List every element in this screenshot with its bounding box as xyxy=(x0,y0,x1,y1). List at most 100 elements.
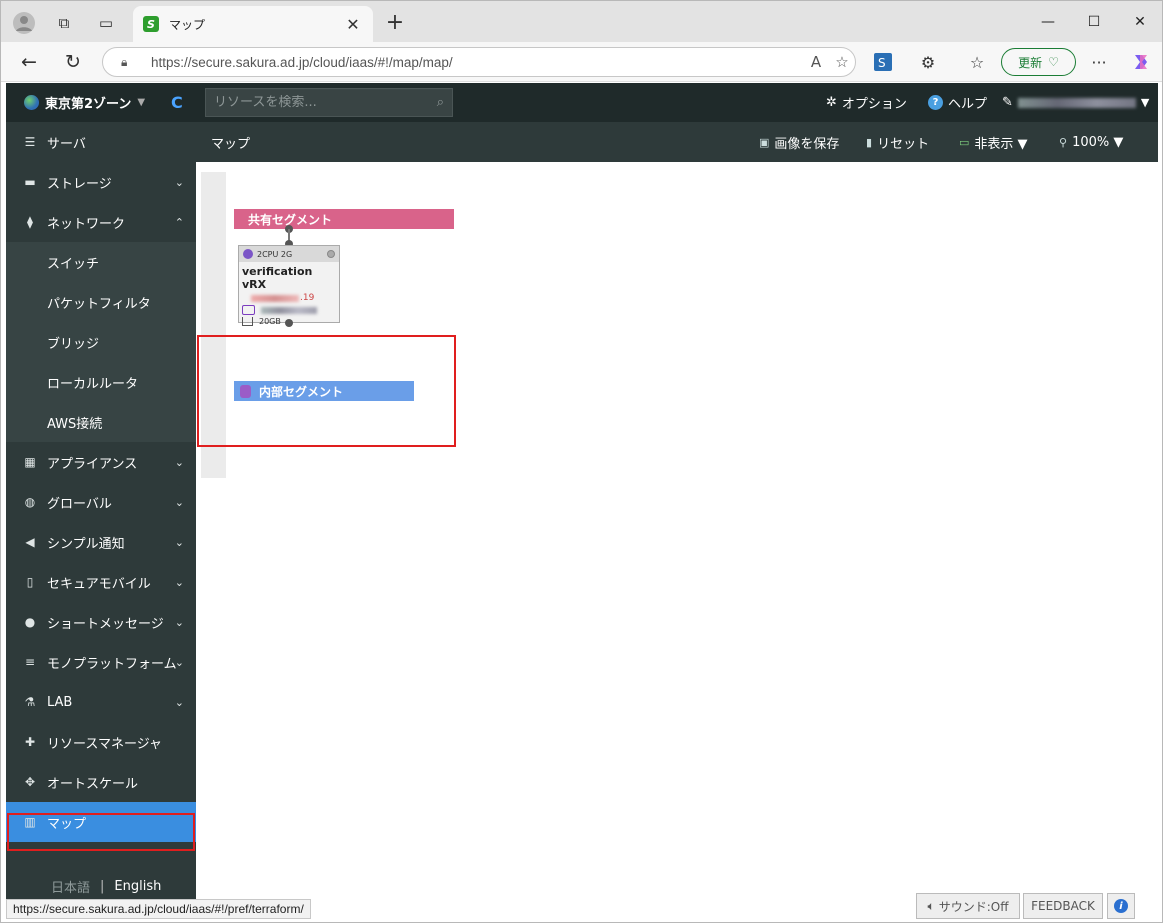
simple-monitor-icon xyxy=(242,305,255,315)
maximize-icon[interactable]: ☐ xyxy=(1071,9,1117,35)
map-icon: ▥ xyxy=(24,815,36,829)
database-icon xyxy=(240,384,251,398)
sidebar-subitem-aws-connect[interactable]: AWS接続 xyxy=(6,402,196,442)
sidebar-item-network[interactable]: ⧫ ネットワーク ⌃ xyxy=(6,202,196,242)
profile-icon[interactable] xyxy=(11,10,37,36)
sidebar-item-label: セキュアモバイル xyxy=(47,576,151,592)
sakura-favicon-icon: S xyxy=(143,16,159,32)
globe-icon xyxy=(24,95,39,110)
search-icon[interactable]: ⌕ xyxy=(437,95,452,110)
zone-selector[interactable]: 東京第2ゾーン ▼ xyxy=(24,83,145,122)
hide-label: 非表示 ▼ xyxy=(974,136,1028,152)
tab-close-icon[interactable]: ✕ xyxy=(343,15,363,34)
sidebar-item-resource-manager[interactable]: ✚ リソースマネージャ xyxy=(6,722,196,762)
internal-segment[interactable]: 内部セグメント xyxy=(234,381,414,401)
url-field[interactable]: 🔒︎ https://secure.sakura.ad.jp/cloud/iaa… xyxy=(102,47,856,77)
lang-separator: | xyxy=(100,878,105,894)
storage-icon: ▬ xyxy=(24,175,36,189)
hide-dropdown[interactable]: ▭ 非表示 ▼ xyxy=(959,122,1028,162)
shared-segment[interactable]: 共有セグメント xyxy=(234,209,454,229)
sidebar-item-autoscale[interactable]: ✥ オートスケール xyxy=(6,762,196,802)
minimize-icon[interactable]: — xyxy=(1025,9,1071,35)
sidebar-item-storage[interactable]: ▬ ストレージ ⌄ xyxy=(6,162,196,202)
speaker-icon: 🔈︎ xyxy=(927,898,935,913)
save-image-label: 画像を保存 xyxy=(774,136,840,152)
resource-search-input[interactable] xyxy=(214,95,437,110)
ip-redacted xyxy=(251,294,299,302)
read-aloud-icon[interactable]: A xyxy=(803,53,829,71)
flask-icon: ⚗ xyxy=(24,695,36,709)
sidebar-subitem-bridge[interactable]: ブリッジ xyxy=(6,322,196,362)
sidebar-item-short-message[interactable]: ● ショートメッセージ ⌄ xyxy=(6,602,196,642)
update-button[interactable]: 更新 ♡ xyxy=(1001,48,1076,76)
info-button[interactable]: i xyxy=(1107,893,1135,919)
options-button[interactable]: ✲ オプション xyxy=(826,83,907,122)
disk-icon xyxy=(242,317,253,326)
chevron-down-icon: ⌄ xyxy=(174,175,184,189)
language-switcher: 日本語 | English xyxy=(6,871,196,901)
sidebar-item-label: ネットワーク xyxy=(47,216,126,232)
server-disk: 20GB xyxy=(259,317,281,326)
back-icon[interactable]: ← xyxy=(15,49,43,75)
server-header: 2CPU 2G xyxy=(239,246,339,262)
server-node[interactable]: 2CPU 2G verification vRX .19 20GB xyxy=(238,245,340,326)
sidebar-item-mono-platform[interactable]: ≡ モノプラットフォーム ⌄ xyxy=(6,642,196,682)
sound-toggle[interactable]: 🔈︎ サウンド:Off xyxy=(916,893,1020,919)
sidebar-subitem-local-router[interactable]: ローカルルータ xyxy=(6,362,196,402)
extensions-puzzle-icon[interactable]: ⚙ xyxy=(915,50,941,74)
tab-bar: ⧉ ▭ S マップ ✕ + — ☐ ✕ xyxy=(1,1,1162,42)
help-button[interactable]: ? ヘルプ xyxy=(928,83,987,122)
favorite-star-icon[interactable]: ☆ xyxy=(829,53,855,71)
copilot-icon[interactable] xyxy=(1128,50,1154,74)
options-label: オプション xyxy=(841,97,907,112)
sidebar-item-label: モノプラットフォーム xyxy=(47,656,177,672)
sidebar-item-server[interactable]: ☰ サーバ xyxy=(6,122,196,162)
chevron-down-icon: ⌄ xyxy=(174,575,184,589)
reset-label: リセット xyxy=(877,136,930,152)
refresh-icon[interactable]: C xyxy=(171,93,191,113)
tab-actions-icon[interactable]: ▭ xyxy=(93,10,119,36)
network-icon: ⧫ xyxy=(27,215,33,229)
help-label: ヘルプ xyxy=(948,97,988,112)
reset-icon: ▮ xyxy=(866,135,873,149)
resource-search: ⌕ xyxy=(205,88,453,117)
lang-en-link[interactable]: English xyxy=(114,879,161,894)
magnifier-icon: ⚲ xyxy=(1059,135,1068,149)
lang-ja-link[interactable]: 日本語 xyxy=(51,877,90,896)
sidebar-item-global[interactable]: ◍ グローバル ⌄ xyxy=(6,482,196,522)
server-ip: .19 xyxy=(239,291,339,303)
zoom-label: 100% ▼ xyxy=(1072,134,1124,150)
address-bar: ← ↻ 🔒︎ https://secure.sakura.ad.jp/cloud… xyxy=(1,42,1162,82)
feedback-button[interactable]: FEEDBACK xyxy=(1023,893,1103,919)
sidebar-item-appliance[interactable]: ▦ アプライアンス ⌄ xyxy=(6,442,196,482)
move-icon: ✥ xyxy=(24,775,36,789)
reload-icon[interactable]: ↻ xyxy=(59,49,87,75)
chevron-down-icon: ⌄ xyxy=(174,495,184,509)
tab-map[interactable]: S マップ ✕ xyxy=(133,6,373,42)
sidebar-item-label: ショートメッセージ xyxy=(47,616,164,632)
map-canvas[interactable]: 共有セグメント 2CPU 2G verification vRX .19 20G… xyxy=(196,162,1158,901)
new-tab-icon[interactable]: + xyxy=(383,11,407,35)
gear-icon: ✲ xyxy=(826,95,837,110)
sidebar-item-secure-mobile[interactable]: ▯ セキュアモバイル ⌄ xyxy=(6,562,196,602)
workspaces-icon[interactable]: ⧉ xyxy=(51,10,77,36)
browser-window: ⧉ ▭ S マップ ✕ + — ☐ ✕ ← ↻ 🔒︎ https://secur… xyxy=(0,0,1163,923)
server-name: verification vRX xyxy=(242,265,313,291)
sidebar-item-lab[interactable]: ⚗ LAB ⌄ xyxy=(6,682,196,722)
account-menu[interactable]: ✎ ▼ xyxy=(1002,83,1149,122)
server-icon: ☰ xyxy=(24,135,36,149)
svg-text:S: S xyxy=(878,56,886,70)
extension-s-icon[interactable]: S xyxy=(870,50,896,74)
sidebar-subitem-switch[interactable]: スイッチ xyxy=(6,242,196,282)
save-image-button[interactable]: ▣ 画像を保存 xyxy=(759,122,839,162)
sidebar-item-label: オートスケール xyxy=(47,776,139,792)
more-menu-icon[interactable]: ··· xyxy=(1086,50,1112,74)
zoom-dropdown[interactable]: ⚲ 100% ▼ xyxy=(1059,122,1123,162)
window-close-icon[interactable]: ✕ xyxy=(1117,9,1162,35)
sidebar-subitem-packet-filter[interactable]: パケットフィルタ xyxy=(6,282,196,322)
favorites-icon[interactable]: ☆ xyxy=(964,50,990,74)
reset-button[interactable]: ▮ リセット xyxy=(866,122,929,162)
status-indicator-icon xyxy=(327,250,335,258)
sidebar-item-simple-notification[interactable]: ◀ シンプル通知 ⌄ xyxy=(6,522,196,562)
sidebar-item-map[interactable]: ▥ マップ xyxy=(6,802,196,842)
